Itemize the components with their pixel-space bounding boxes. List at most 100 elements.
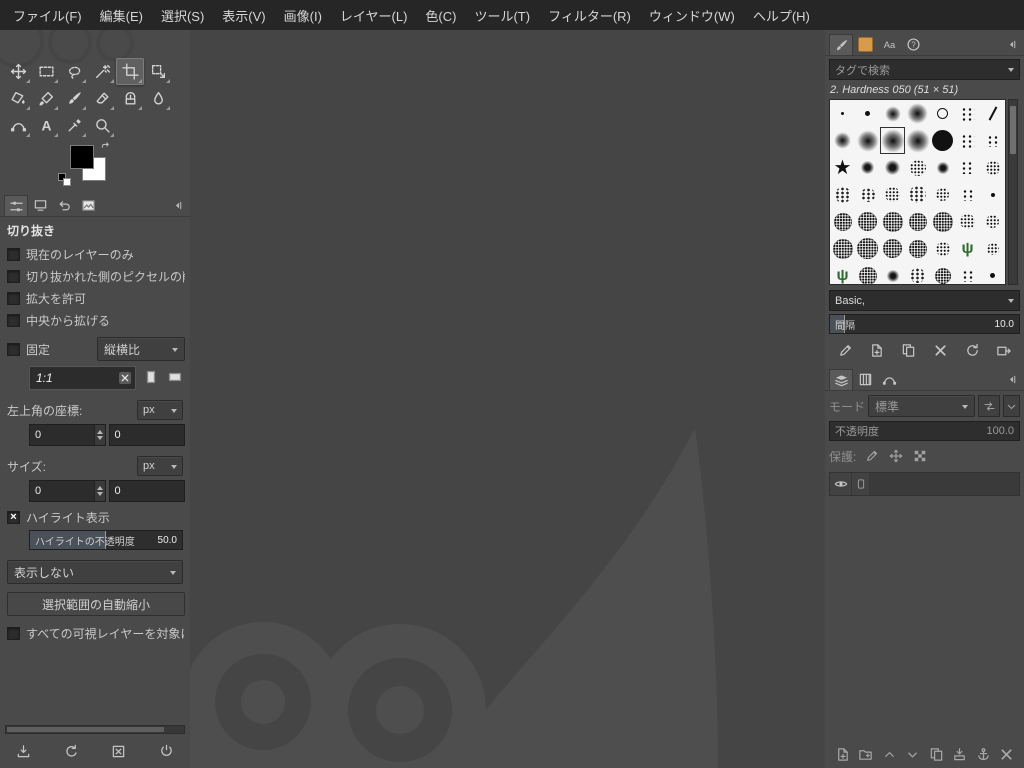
menu-item[interactable]: ウィンドウ(W) bbox=[640, 1, 744, 30]
tab-tool-options[interactable] bbox=[4, 195, 28, 216]
mode-menu-button[interactable] bbox=[1003, 395, 1020, 417]
brush-item[interactable] bbox=[855, 127, 880, 154]
anchor-layer-button[interactable] bbox=[972, 743, 994, 765]
brush-item[interactable] bbox=[980, 127, 1005, 154]
scrollbar-thumb[interactable] bbox=[7, 727, 164, 732]
dock-menu-button[interactable] bbox=[1002, 370, 1020, 388]
brush-item[interactable] bbox=[880, 235, 905, 262]
menu-item[interactable]: 画像(I) bbox=[275, 1, 331, 30]
checkbox[interactable] bbox=[7, 313, 20, 327]
tab-channels[interactable] bbox=[853, 369, 877, 390]
scrollbar-thumb[interactable] bbox=[1010, 106, 1016, 154]
new-brush-button[interactable] bbox=[865, 338, 889, 362]
option-shrink-merged[interactable]: すべての可視レイヤーを対象にす bbox=[3, 622, 185, 644]
brush-item[interactable] bbox=[880, 127, 905, 154]
option-current-layer-only[interactable]: 現在のレイヤーのみ bbox=[3, 243, 185, 265]
refresh-brushes-button[interactable] bbox=[960, 338, 984, 362]
brush-item[interactable] bbox=[855, 262, 880, 284]
auto-shrink-button[interactable]: 選択範囲の自動縮小 bbox=[7, 592, 185, 616]
guides-combo[interactable]: 表示しない bbox=[7, 560, 183, 584]
brush-item[interactable] bbox=[980, 100, 1005, 127]
layer-opacity-slider[interactable]: 不透明度 100.0 bbox=[829, 421, 1020, 441]
highlight-checkbox[interactable] bbox=[7, 510, 20, 524]
tab-patterns[interactable] bbox=[853, 34, 877, 55]
option-delete-cropped-pixels[interactable]: 切り抜かれた側のピクセルの削除 bbox=[3, 265, 185, 287]
duplicate-layer-button[interactable] bbox=[925, 743, 947, 765]
brush-item[interactable] bbox=[905, 127, 930, 154]
clone-tool[interactable] bbox=[116, 85, 144, 112]
open-brush-as-image-button[interactable] bbox=[992, 338, 1016, 362]
menu-item[interactable]: 色(C) bbox=[416, 1, 465, 30]
tab-undo-history[interactable] bbox=[52, 195, 76, 216]
brush-item[interactable] bbox=[880, 262, 905, 284]
tab-brushes[interactable] bbox=[829, 34, 853, 55]
restore-tool-preset-button[interactable] bbox=[59, 739, 83, 763]
brush-item[interactable] bbox=[880, 208, 905, 235]
color-picker-tool[interactable] bbox=[60, 112, 88, 139]
menu-item[interactable]: 選択(S) bbox=[152, 1, 213, 30]
size-unit-combo[interactable]: px bbox=[137, 456, 183, 476]
paintbrush-tool[interactable] bbox=[60, 85, 88, 112]
checkbox[interactable] bbox=[7, 291, 20, 305]
tab-images[interactable] bbox=[76, 195, 100, 216]
brush-item[interactable] bbox=[905, 208, 930, 235]
menu-item[interactable]: 表示(V) bbox=[213, 1, 274, 30]
clear-icon[interactable] bbox=[117, 370, 133, 386]
crop-tool[interactable] bbox=[116, 58, 144, 85]
lock-pixels-button[interactable] bbox=[862, 446, 882, 466]
brush-tag-combo[interactable]: Basic, bbox=[829, 290, 1020, 311]
spinner[interactable] bbox=[93, 425, 105, 445]
brush-item[interactable] bbox=[955, 100, 980, 127]
brush-item[interactable] bbox=[830, 127, 855, 154]
menu-item[interactable]: ファイル(F) bbox=[4, 1, 91, 30]
brush-item[interactable] bbox=[930, 127, 955, 154]
brush-item[interactable] bbox=[930, 181, 955, 208]
tab-device-status[interactable] bbox=[28, 195, 52, 216]
brush-item[interactable] bbox=[855, 181, 880, 208]
checkbox[interactable] bbox=[7, 626, 20, 640]
checkbox[interactable] bbox=[7, 247, 20, 261]
tab-layers[interactable] bbox=[829, 369, 853, 390]
portrait-button[interactable] bbox=[143, 369, 161, 387]
brush-item[interactable] bbox=[830, 100, 855, 127]
mode-group-switch-button[interactable] bbox=[978, 395, 1000, 417]
option-allow-growing[interactable]: 拡大を許可 bbox=[3, 287, 185, 309]
highlight-opacity-slider[interactable]: ハイライトの不透明度 50.0 bbox=[29, 530, 183, 550]
brush-grid-scrollbar[interactable] bbox=[1008, 99, 1018, 285]
swap-colors-icon[interactable] bbox=[100, 142, 114, 156]
new-layer-group-button[interactable] bbox=[855, 743, 877, 765]
brush-item[interactable]: ψ bbox=[955, 235, 980, 262]
brush-tag-search-input[interactable]: タグで検索 bbox=[829, 59, 1020, 80]
link-icon[interactable] bbox=[852, 473, 870, 495]
brush-item[interactable] bbox=[855, 235, 880, 262]
menu-item[interactable]: ヘルプ(H) bbox=[744, 1, 819, 30]
brush-item[interactable] bbox=[830, 181, 855, 208]
brush-item[interactable]: ψ bbox=[830, 262, 855, 284]
brush-item[interactable] bbox=[880, 100, 905, 127]
bucket-fill-tool[interactable] bbox=[4, 85, 32, 112]
lock-position-button[interactable] bbox=[886, 446, 906, 466]
tool-options-scrollbar[interactable] bbox=[5, 725, 185, 734]
smudge-tool[interactable] bbox=[144, 85, 172, 112]
foreground-color-swatch[interactable] bbox=[70, 145, 94, 169]
new-layer-button[interactable] bbox=[831, 743, 853, 765]
brush-item[interactable] bbox=[980, 262, 1005, 284]
menu-item[interactable]: レイヤー(L) bbox=[331, 1, 417, 30]
brush-item[interactable] bbox=[930, 208, 955, 235]
position-x-input[interactable]: 0 bbox=[29, 424, 106, 446]
zoom-tool[interactable] bbox=[88, 112, 116, 139]
free-select-tool[interactable] bbox=[60, 58, 88, 85]
ink-tool[interactable] bbox=[32, 85, 60, 112]
raise-layer-button[interactable] bbox=[878, 743, 900, 765]
brush-item[interactable] bbox=[955, 127, 980, 154]
landscape-button[interactable] bbox=[167, 369, 185, 387]
brush-item[interactable] bbox=[980, 154, 1005, 181]
brush-item[interactable] bbox=[955, 181, 980, 208]
brush-item[interactable] bbox=[905, 100, 930, 127]
default-colors-icon[interactable] bbox=[58, 173, 73, 188]
tab-fonts[interactable]: Aa bbox=[877, 34, 901, 55]
brush-item[interactable] bbox=[930, 100, 955, 127]
brush-item[interactable] bbox=[980, 235, 1005, 262]
delete-brush-button[interactable] bbox=[928, 338, 952, 362]
brush-item[interactable] bbox=[905, 262, 930, 284]
